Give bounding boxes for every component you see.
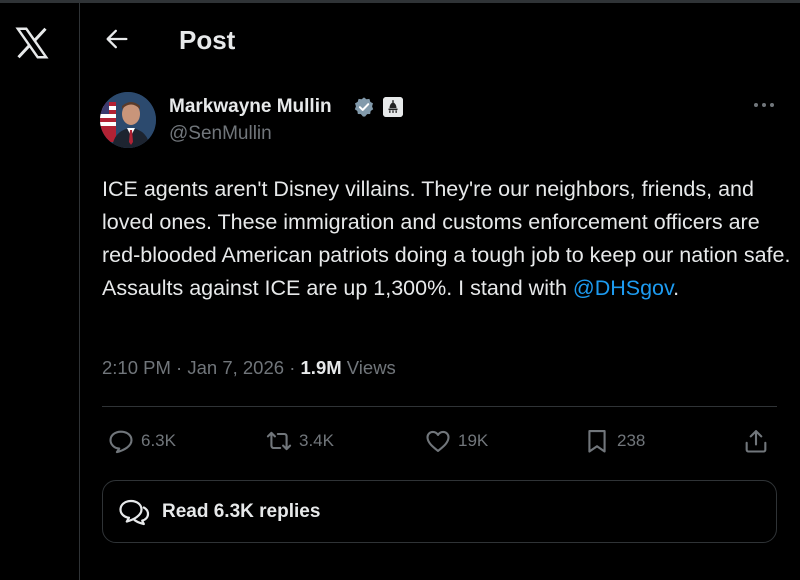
page-title: Post bbox=[179, 25, 236, 55]
read-replies-button[interactable]: Read 6.3K replies bbox=[102, 480, 777, 543]
post-date[interactable]: Jan 7, 2026 bbox=[187, 357, 284, 378]
read-replies-label: Read 6.3K replies bbox=[162, 501, 321, 522]
share-button[interactable] bbox=[742, 425, 770, 457]
meta-separator: · bbox=[176, 357, 183, 378]
share-icon bbox=[745, 430, 767, 453]
views-label: Views bbox=[346, 357, 396, 378]
conversation-icon bbox=[119, 499, 150, 526]
author-handle[interactable]: @SenMullin bbox=[169, 123, 272, 145]
bookmark-count: 238 bbox=[617, 431, 646, 450]
repost-icon bbox=[266, 431, 292, 451]
post-detail: Post Markwayne Mullin @SenMullin ICE age… bbox=[81, 3, 800, 580]
post-header: Post bbox=[81, 3, 800, 73]
post-time[interactable]: 2:10 PM bbox=[102, 357, 171, 378]
post-metadata: 2:10 PM · Jan 7, 2026 · 1.9M Views bbox=[102, 357, 396, 379]
government-affiliation-icon bbox=[383, 97, 403, 117]
arrow-left-icon[interactable] bbox=[103, 25, 131, 53]
like-count: 19K bbox=[458, 431, 489, 450]
mention-link[interactable]: @DHSgov bbox=[573, 276, 673, 300]
more-options-icon[interactable] bbox=[751, 97, 777, 113]
heart-icon bbox=[426, 430, 450, 452]
post-text-body: ICE agents aren't Disney villains. They'… bbox=[102, 177, 791, 300]
reply-icon bbox=[109, 430, 133, 454]
bookmark-button[interactable]: 238 bbox=[583, 425, 645, 457]
views-count: 1.9M bbox=[300, 357, 342, 378]
post-text-end: . bbox=[673, 276, 680, 300]
repost-count: 3.4K bbox=[299, 431, 334, 450]
x-logo-icon[interactable] bbox=[14, 25, 50, 61]
divider bbox=[102, 406, 777, 407]
meta-separator: · bbox=[289, 357, 296, 378]
bookmark-icon bbox=[588, 430, 606, 453]
reply-count: 6.3K bbox=[141, 431, 176, 450]
post-text: ICE agents aren't Disney villains. They'… bbox=[102, 173, 792, 305]
left-sidebar bbox=[0, 3, 80, 580]
like-button[interactable]: 19K bbox=[424, 425, 488, 457]
verified-badge-icon bbox=[354, 97, 374, 117]
avatar[interactable] bbox=[100, 92, 156, 148]
reply-button[interactable]: 6.3K bbox=[107, 425, 176, 457]
repost-button[interactable]: 3.4K bbox=[265, 425, 334, 457]
author-name[interactable]: Markwayne Mullin bbox=[169, 96, 332, 118]
